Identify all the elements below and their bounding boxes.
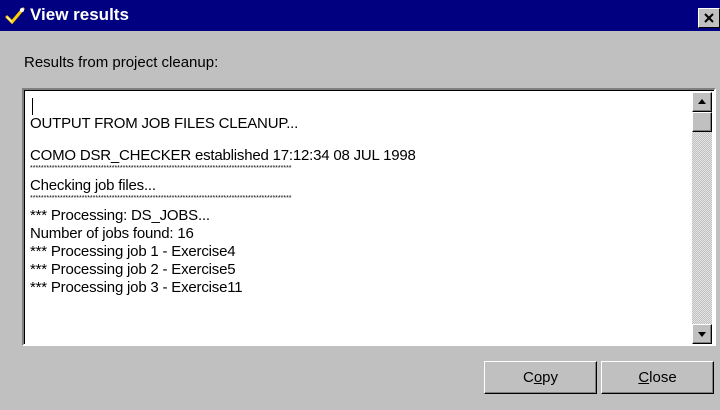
result-line: COMO DSR_CHECKER established 17:12:34 08… xyxy=(30,147,416,164)
text-caret xyxy=(32,98,33,115)
arrow-down-icon xyxy=(698,332,706,337)
result-line: Checking job files... xyxy=(30,177,156,194)
results-prompt-label: Results from project cleanup: xyxy=(24,54,219,71)
scroll-thumb[interactable] xyxy=(692,112,712,132)
close-label-post: lose xyxy=(649,369,677,386)
copy-label-pre: C xyxy=(522,369,534,386)
result-line: *** Processing job 3 - Exercise11 xyxy=(30,279,243,296)
result-line: *** Processing: DS_JOBS... xyxy=(30,207,210,224)
separator-line: ****************************************… xyxy=(30,195,292,202)
vertical-scrollbar[interactable] xyxy=(692,92,712,344)
result-line: *** Processing job 2 - Exercise5 xyxy=(30,261,236,278)
view-results-dialog: View results Results from project cleanu… xyxy=(0,0,720,410)
result-line: Number of jobs found: 16 xyxy=(30,225,194,242)
separator-line: ****************************************… xyxy=(30,165,292,172)
results-text: OUTPUT FROM JOB FILES CLEANUP... COMO DS… xyxy=(30,98,684,297)
close-window-button[interactable] xyxy=(698,8,720,28)
window-title: View results xyxy=(30,5,129,24)
close-label-mnemonic: C xyxy=(638,369,650,386)
scroll-up-button[interactable] xyxy=(692,92,712,112)
copy-label-mnemonic: o xyxy=(533,369,543,386)
title-bar[interactable]: View results xyxy=(0,0,720,31)
result-line: *** Processing job 1 - Exercise4 xyxy=(30,243,236,260)
results-textarea[interactable]: OUTPUT FROM JOB FILES CLEANUP... COMO DS… xyxy=(22,88,716,346)
arrow-up-icon xyxy=(698,99,706,104)
copy-button[interactable]: Co py xyxy=(484,361,597,394)
close-icon xyxy=(704,13,714,23)
result-line: OUTPUT FROM JOB FILES CLEANUP... xyxy=(30,115,299,132)
close-button[interactable]: Close xyxy=(601,361,714,394)
copy-label-post: py xyxy=(542,369,559,386)
scroll-down-button[interactable] xyxy=(692,324,712,344)
check-wand-icon xyxy=(5,7,25,25)
